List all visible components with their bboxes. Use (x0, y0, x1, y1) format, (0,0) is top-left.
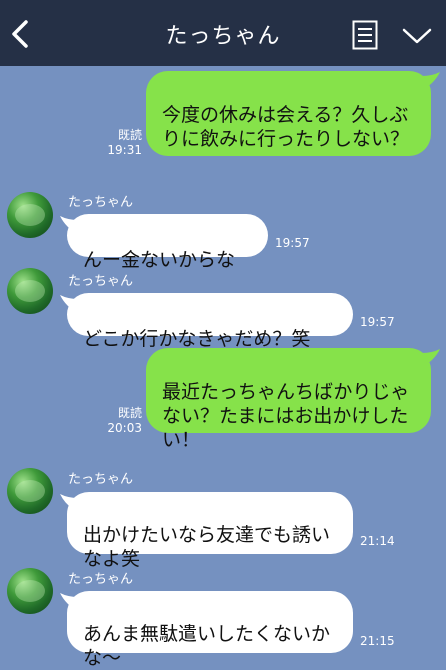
received-message-bubble[interactable]: あんま無駄遣いしたくないかな〜 (67, 591, 353, 669)
message-time: 19:57 (275, 236, 310, 250)
message-time: 21:14 (360, 534, 395, 548)
sent-message-bubble[interactable]: 最近たっちゃんちばかりじゃない？たまにはお出かけしたい！ (146, 348, 431, 451)
message-time: 19:57 (360, 315, 395, 329)
chat-header: たっちゃん (0, 0, 446, 66)
sender-name: たっちゃん (68, 195, 134, 210)
read-receipt: 既読 (117, 128, 142, 142)
sent-message-bubble[interactable]: 今度の休みは会える？久しぶりに飲みに行ったりしない？ (146, 71, 431, 156)
message-text: んー金ないからな (83, 249, 236, 271)
avatar[interactable] (7, 268, 53, 314)
message-text: 最近たっちゃんちばかりじゃない？たまにはお出かけしたい！ (162, 381, 410, 451)
message-text: 出かけたいなら友達でも誘いなよ笑 (83, 524, 331, 570)
avatar[interactable] (7, 468, 53, 514)
read-receipt: 既読 (117, 406, 142, 420)
sender-name: たっちゃん (68, 274, 134, 289)
chat-title: たっちゃん (165, 24, 281, 49)
sender-name: たっちゃん (68, 472, 134, 487)
sender-name: たっちゃん (68, 572, 134, 587)
message-text: あんま無駄遣いしたくないかな〜 (83, 623, 331, 669)
received-message-bubble[interactable]: 出かけたいなら友達でも誘いなよ笑 (67, 492, 353, 570)
received-message-bubble[interactable]: んー金ないからな (67, 214, 268, 271)
avatar[interactable] (7, 568, 53, 614)
message-time: 19:31 (107, 143, 142, 157)
message-meta: 既読 20:03 (100, 406, 142, 436)
chevron-down-icon[interactable] (402, 26, 432, 46)
message-meta: 既読 19:31 (100, 128, 142, 158)
message-text: どこか行かなきゃだめ？笑 (83, 328, 311, 350)
message-text: 今度の休みは会える？久しぶりに飲みに行ったりしない？ (162, 104, 410, 150)
avatar[interactable] (7, 192, 53, 238)
message-time: 20:03 (107, 421, 142, 435)
message-time: 21:15 (360, 634, 395, 648)
received-message-bubble[interactable]: どこか行かなきゃだめ？笑 (67, 293, 353, 350)
menu-icon[interactable] (352, 20, 378, 50)
